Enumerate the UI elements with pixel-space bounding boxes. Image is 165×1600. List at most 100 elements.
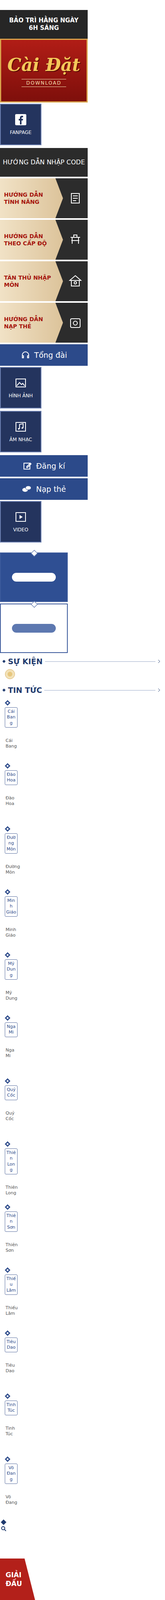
music-label: ÂM NHẠC xyxy=(9,436,33,442)
sect-tab[interactable]: Quỷ Cốc xyxy=(4,1084,18,1100)
search-area[interactable] xyxy=(0,1518,7,1531)
fanpage-button[interactable]: FANPAGE xyxy=(0,103,42,146)
sect-item[interactable]: Cái Bang Cái Bang xyxy=(0,699,18,763)
diamond-icon xyxy=(4,888,11,894)
guide-icon-box xyxy=(62,261,88,301)
sect-caption: Nga Mi xyxy=(4,1046,18,1059)
sect-caption: Võ Đang xyxy=(4,1492,18,1505)
promo-card[interactable] xyxy=(0,603,68,653)
promo-tip xyxy=(31,600,38,608)
tournament-button[interactable]: GIẢI ĐẤU xyxy=(0,1557,36,1599)
hotline-button[interactable]: Tổng đài xyxy=(0,343,88,366)
sect-tab[interactable]: Cái Bang xyxy=(4,706,18,727)
sect-caption: Cái Bang xyxy=(4,737,18,749)
sect-item[interactable]: Minh GiáoMinh Giáo xyxy=(0,888,18,952)
sect-caption: Thiên Long xyxy=(4,1183,18,1196)
tournament-label: GIẢI ĐẤU xyxy=(5,1569,26,1587)
download-button[interactable]: Cài Đặt DOWNLOAD xyxy=(0,38,88,103)
guide-label: HƯỚNG DẪN TÍNH NĂNG xyxy=(0,178,63,219)
guide-item[interactable]: TÂN THỦ NHẬP MÔN xyxy=(0,261,88,301)
diamond-icon xyxy=(4,1203,11,1209)
code-guide-button[interactable]: HƯỚNG DẪN NHẬP CODE xyxy=(0,147,88,177)
hotline-label: Tổng đài xyxy=(34,350,67,360)
sect-caption: Tinh Túc xyxy=(4,1424,18,1436)
music-button[interactable]: ÂM NHẠC xyxy=(0,410,42,452)
sect-item[interactable]: Đào Hoa Đào Hoa xyxy=(0,762,18,826)
sect-tab[interactable]: Nga Mi xyxy=(4,1021,18,1037)
topup-button[interactable]: Nạp thẻ xyxy=(0,477,88,500)
diamond-icon xyxy=(0,1518,7,1524)
sect-tab[interactable]: Võ Đang xyxy=(4,1462,18,1483)
sect-caption: Mỹ Dung xyxy=(4,989,18,1001)
guide-icon xyxy=(68,315,83,330)
promo-pill[interactable] xyxy=(11,572,56,582)
download-logo: Cài Đặt xyxy=(7,54,81,75)
sect-item[interactable]: Tiêu Dao Tiêu Dao xyxy=(0,1329,18,1393)
arrow-icon xyxy=(157,658,162,663)
sect-item[interactable]: Tinh Túc Tinh Túc xyxy=(0,1392,18,1456)
guide-icon-box xyxy=(62,178,88,219)
sect-item[interactable]: Mỹ Dung Mỹ Dung xyxy=(0,951,18,1015)
coins-icon xyxy=(21,483,32,494)
search-icon xyxy=(0,1524,7,1531)
sect-caption: Đào Hoa xyxy=(4,794,18,807)
guide-label: TÂN THỦ NHẬP MÔN xyxy=(0,261,63,301)
diamond-icon xyxy=(2,687,6,692)
event-icon xyxy=(3,667,16,680)
sect-item[interactable]: Thiếu LâmThiếu Lâm xyxy=(0,1266,18,1330)
topup-label: Nạp thẻ xyxy=(35,484,66,494)
diamond-icon xyxy=(4,762,11,769)
video-button[interactable]: VIDEO xyxy=(0,500,42,543)
headset-icon xyxy=(20,349,31,360)
sect-caption: Tiêu Dao xyxy=(4,1361,18,1374)
music-icon xyxy=(14,420,27,433)
diamond-icon xyxy=(4,1455,11,1461)
sect-tab[interactable]: Mỹ Dung xyxy=(4,958,18,979)
picture-icon xyxy=(14,376,27,389)
guide-icon-box xyxy=(62,219,88,260)
guide-item[interactable]: HƯỚNG DẪN NẠP THẺ xyxy=(0,302,88,343)
sect-tab[interactable]: Đường Môn xyxy=(4,832,18,853)
gallery-label: HÌNH ẢNH xyxy=(8,392,34,399)
sect-tab[interactable]: Đào Hoa xyxy=(4,769,18,785)
diamond-icon xyxy=(4,825,11,831)
register-button[interactable]: Đăng kí xyxy=(0,454,88,477)
sect-caption: Đường Môn xyxy=(4,863,18,875)
sect-item[interactable]: Thiên Sơn Thiên Sơn xyxy=(0,1203,18,1267)
events-heading: SỰ KIỆN xyxy=(2,656,162,666)
promo-card[interactable] xyxy=(0,551,68,602)
gallery-button[interactable]: HÌNH ẢNH xyxy=(0,366,42,409)
sect-item[interactable]: Quỷ CốcQuỷ Cốc xyxy=(0,1077,18,1141)
play-icon xyxy=(14,510,27,523)
diamond-icon xyxy=(4,699,11,706)
divider xyxy=(44,689,156,690)
sect-caption: Thiên Sơn xyxy=(4,1241,18,1253)
guide-label: HƯỚNG DẪN THEO CẤP ĐỘ xyxy=(0,219,63,260)
promo-pill[interactable] xyxy=(11,623,56,633)
register-label: Đăng kí xyxy=(36,461,66,470)
sect-item[interactable]: Thiên Long Thiên Long xyxy=(0,1140,18,1204)
sect-tab[interactable]: Tiêu Dao xyxy=(4,1336,18,1352)
guide-item[interactable]: HƯỚNG DẪN TÍNH NĂNG xyxy=(0,178,88,219)
event-item[interactable] xyxy=(3,667,16,682)
facebook-icon xyxy=(14,113,27,126)
sect-item[interactable]: Nga Mi Nga Mi xyxy=(0,1014,18,1078)
diamond-icon xyxy=(4,1077,11,1083)
download-label: DOWNLOAD xyxy=(21,78,67,87)
sect-item[interactable]: Đường Môn Đường Môn xyxy=(0,825,18,889)
sect-item[interactable]: Võ Đang Võ Đang xyxy=(0,1455,18,1519)
news-heading-title: TIN TỨC xyxy=(7,685,42,694)
edit-icon xyxy=(22,460,33,471)
sect-tab[interactable]: Thiên Sơn xyxy=(4,1210,18,1231)
sect-tab[interactable]: Thiên Long xyxy=(4,1147,18,1174)
sect-tab[interactable]: Minh Giáo xyxy=(4,895,18,916)
guide-item[interactable]: HƯỚNG DẪN THEO CẤP ĐỘ xyxy=(0,219,88,260)
diamond-icon xyxy=(4,1392,11,1398)
sect-tab[interactable]: Thiếu Lâm xyxy=(4,1273,18,1294)
guide-icon xyxy=(68,190,83,206)
diamond-icon xyxy=(4,1014,11,1020)
events-heading-title: SỰ KIỆN xyxy=(7,656,43,666)
promo-tip xyxy=(31,549,38,557)
diamond-icon xyxy=(4,1140,11,1146)
sect-tab[interactable]: Tinh Túc xyxy=(4,1399,18,1415)
